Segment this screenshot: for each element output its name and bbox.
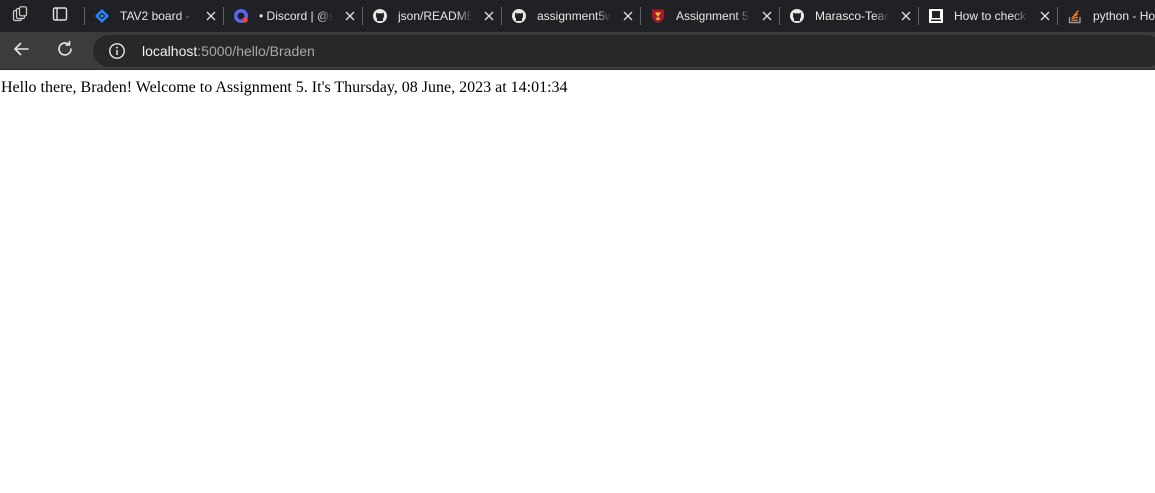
close-icon[interactable] [204,9,218,23]
url-host: localhost [142,43,198,59]
url-path: :5000/hello/Braden [197,43,315,59]
url-text[interactable]: localhost:5000/hello/Braden [142,43,315,59]
tab-title: Marasco-Teach [815,9,889,23]
back-button[interactable] [5,35,37,67]
info-icon[interactable] [107,41,127,61]
close-icon[interactable] [760,9,774,23]
browser-tab[interactable]: • Discord | @s [223,0,362,32]
browser-tab[interactable]: How to check [918,0,1057,32]
close-icon[interactable] [899,9,913,23]
page-viewport: Hello there, Braden! Welcome to Assignme… [0,71,1155,493]
tab-title: • Discord | @s [259,9,333,23]
github-icon [789,8,805,24]
github-icon [372,8,388,24]
jira-icon [94,8,110,24]
github-icon [511,8,527,24]
browser-tab[interactable]: TAV2 board - Jira [84,0,223,32]
tab-actions-icon [52,6,68,27]
close-icon[interactable] [482,9,496,23]
workspaces-icon [12,5,28,27]
discord-icon [233,8,249,24]
reload-icon [56,40,74,63]
tab-title: python - How [1093,9,1155,23]
workspaces-button[interactable] [0,0,40,32]
tab-title: TAV2 board - Jira [120,9,194,23]
reload-button[interactable] [49,35,81,67]
tab-title: assignment5w [537,9,611,23]
close-icon[interactable] [343,9,357,23]
close-icon[interactable] [621,9,635,23]
browser-toolbar: localhost:5000/hello/Braden [0,32,1155,70]
tab-title: How to check [954,9,1027,23]
tab-strip: TAV2 board - Jira • Discord | @s [0,0,1155,32]
greeting-text: Hello there, Braden! Welcome to Assignme… [1,79,568,96]
arrow-left-icon [12,40,30,63]
page-icon [928,8,944,24]
browser-tab[interactable]: Assignment 5 [640,0,779,32]
tab-list: TAV2 board - Jira • Discord | @s [84,0,1155,32]
browser-tab[interactable]: python - How [1057,0,1155,32]
browser-tab[interactable]: assignment5w [501,0,640,32]
close-icon[interactable] [1038,9,1052,23]
address-bar[interactable]: localhost:5000/hello/Braden [93,35,1155,67]
school-crest-icon [650,8,666,24]
tab-title: Assignment 5 [676,9,749,23]
tab-actions-button[interactable] [40,0,80,32]
browser-tab[interactable]: json/README.md [362,0,501,32]
tab-title: json/README.md [398,9,472,23]
browser-tab[interactable]: Marasco-Teach [779,0,918,32]
stackoverflow-icon [1067,8,1083,24]
